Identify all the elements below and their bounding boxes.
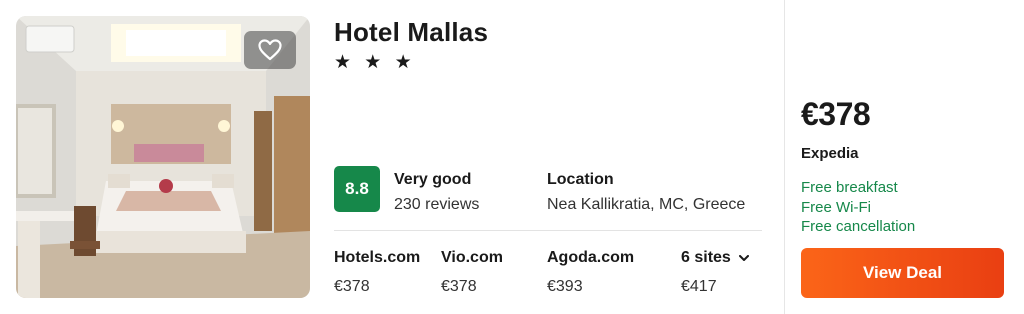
heart-outline-icon <box>258 39 282 61</box>
provider-offer-hotels-com[interactable]: Hotels.com €378 <box>334 249 420 296</box>
provider-price: €378 <box>441 278 477 295</box>
provider-price: €378 <box>334 278 370 295</box>
deal-perks-list: Free breakfast Free Wi-Fi Free cancellat… <box>801 178 915 237</box>
deal-provider: Expedia <box>801 145 859 162</box>
view-deal-button[interactable]: View Deal <box>801 248 1004 298</box>
hotel-star-rating: ★ ★ ★ <box>334 52 416 73</box>
hotel-name[interactable]: Hotel Mallas <box>334 17 488 48</box>
provider-offer-vio-com[interactable]: Vio.com €378 <box>441 249 503 296</box>
section-divider <box>334 230 762 231</box>
deal-price: €378 <box>801 96 871 132</box>
more-sites-price: €417 <box>681 278 717 295</box>
location-value: Nea Kallikratia, MC, Greece <box>547 196 746 213</box>
chevron-down-icon <box>738 254 749 261</box>
more-sites-dropdown[interactable]: 6 sites €417 <box>681 249 749 296</box>
review-rating-label: Very good <box>394 171 472 188</box>
more-sites-label: 6 sites <box>681 249 731 266</box>
provider-name: Hotels.com <box>334 249 421 266</box>
perk-free-wifi: Free Wi-Fi <box>801 198 871 216</box>
perk-free-breakfast: Free breakfast <box>801 179 898 196</box>
review-score-badge: 8.8 <box>334 166 380 212</box>
column-divider <box>784 0 785 314</box>
provider-name: Vio.com <box>441 249 503 266</box>
favorite-button[interactable] <box>244 31 296 69</box>
location-title: Location <box>547 171 614 188</box>
review-count[interactable]: 230 reviews <box>394 196 479 214</box>
provider-name: Agoda.com <box>547 249 635 266</box>
hotel-result-card: Hotel Mallas ★ ★ ★ 8.8 Very good 230 rev… <box>0 0 1024 314</box>
provider-price: €393 <box>547 278 583 295</box>
perk-free-cancellation: Free cancellation <box>801 218 916 235</box>
provider-offer-agoda-com[interactable]: Agoda.com €393 <box>547 249 634 296</box>
